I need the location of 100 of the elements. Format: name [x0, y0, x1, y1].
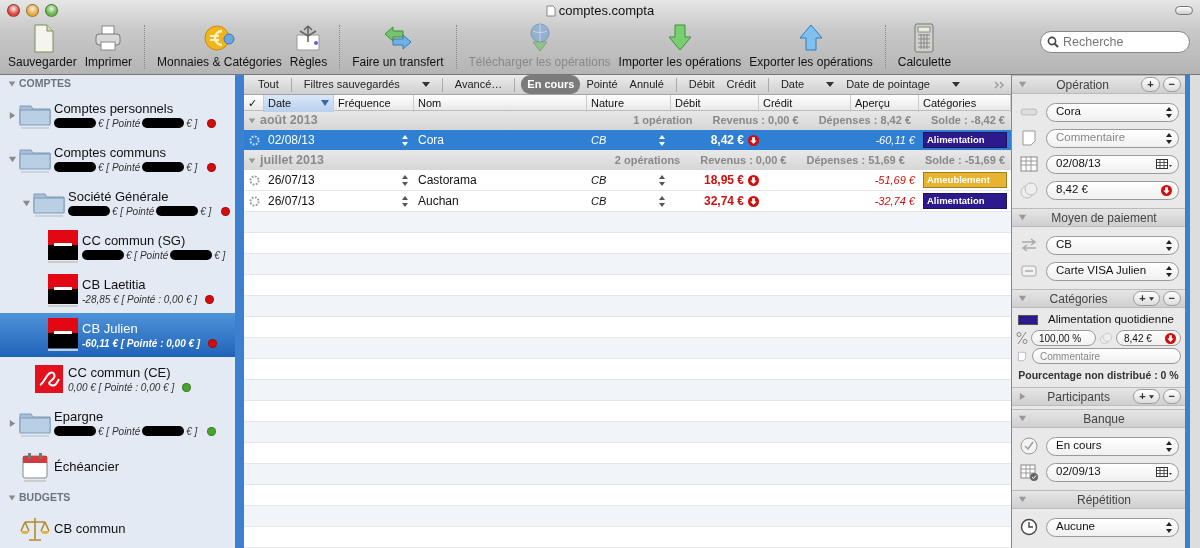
- filter-button[interactable]: Annulé: [623, 75, 670, 94]
- name-cell-text: Castorama: [418, 172, 477, 189]
- group-label: juillet 2013: [260, 152, 324, 170]
- filter-button[interactable]: Filtres sauvegardés: [297, 75, 436, 94]
- date-cell-text: 26/07/13: [268, 193, 315, 210]
- search-field[interactable]: Recherche: [1040, 31, 1190, 53]
- balance-text: -60,11 € [ Pointé : 0,00 € ]: [82, 336, 201, 350]
- transaction-row[interactable]: 02/08/13 Cora CB 8,42 € -60,11 € Alimentation: [244, 130, 1011, 151]
- account-name: CB commun: [54, 521, 126, 537]
- filter-button[interactable]: Débit: [682, 75, 721, 94]
- filter-button[interactable]: Pointé: [580, 75, 624, 94]
- sidebar-item[interactable]: CB Laetitia -28,85 € [ Pointé : 0,00 € ]: [0, 269, 235, 313]
- account-name: Comptes communs: [54, 144, 167, 161]
- select-field[interactable]: Carte VISA Julien: [1046, 261, 1179, 281]
- filter-button[interactable]: En cours: [521, 75, 581, 94]
- filter-button[interactable]: Crédit: [720, 75, 762, 94]
- name-cell-text: Cora: [418, 132, 444, 149]
- account-name: Epargne: [54, 408, 105, 425]
- panel-button[interactable]: −: [1162, 291, 1181, 306]
- sidebar-item[interactable]: CB commun: [0, 507, 235, 548]
- toolbar-button[interactable]: Règles: [285, 22, 332, 69]
- toolbar-button[interactable]: Calculette: [893, 22, 956, 69]
- section-title: Banque: [1083, 411, 1125, 426]
- balance-total: Solde : -51,69 €: [924, 153, 1005, 169]
- debit-amount: 18,95 €: [703, 172, 744, 189]
- sidebar-item[interactable]: CC commun (CE) 0,00 € [ Pointé : 0,00 € ]: [0, 357, 235, 401]
- balance-text: 0,00 € [ Pointé : 0,00 € ]: [68, 380, 175, 394]
- select-field[interactable]: En cours: [1046, 436, 1179, 456]
- balance-text: € ]: [186, 424, 198, 438]
- column-header[interactable]: Date: [264, 95, 334, 112]
- date-cell-text: 02/08/13: [268, 132, 315, 149]
- amount-field[interactable]: 8,42 €: [1046, 180, 1179, 200]
- account-name: Société Générale: [68, 188, 170, 205]
- operation-count: 2 opérations: [614, 153, 681, 169]
- panel-button[interactable]: +: [1141, 77, 1160, 92]
- select-field[interactable]: CB: [1046, 235, 1179, 255]
- balance-text: € [ Pointé: [98, 116, 141, 130]
- sidebar-item[interactable]: CC commun (SG) € [ Pointé € ]: [0, 225, 235, 269]
- toolbar-button[interactable]: Sauvegarder: [4, 22, 81, 69]
- amount-field[interactable]: 8,42 €: [1116, 330, 1181, 346]
- balance-text: -28,85 € [ Pointé : 0,00 € ]: [82, 292, 198, 306]
- account-name: CC commun (CE): [68, 364, 172, 381]
- sidebar-item[interactable]: Société Générale € [ Pointé € ]: [0, 181, 235, 225]
- filter-button[interactable]: Date de pointage: [840, 75, 966, 94]
- sidebar-item[interactable]: Comptes communs € [ Pointé € ]: [0, 137, 235, 181]
- date-field[interactable]: 02/09/13: [1046, 462, 1179, 482]
- section-title: Catégories: [1049, 291, 1108, 306]
- account-name: CB Laetitia: [82, 276, 147, 293]
- sidebar-item[interactable]: CB Julien -60,11 € [ Pointé : 0,00 € ]: [0, 313, 235, 357]
- balance-text: € ]: [186, 160, 198, 174]
- select-field[interactable]: Cora: [1046, 102, 1179, 122]
- sidebar-item[interactable]: Échéancier: [0, 445, 235, 489]
- sidebar-item[interactable]: Comptes personnels € [ Pointé € ]: [0, 93, 235, 137]
- section-title: Répétition: [1076, 492, 1131, 507]
- add-menu-button[interactable]: +: [1133, 389, 1160, 404]
- percent-field[interactable]: 100,00 %: [1031, 330, 1096, 346]
- date-field[interactable]: 02/08/13: [1046, 154, 1179, 174]
- income-total: Revenus : 0,00 €: [700, 153, 787, 169]
- running-balance: -60,11 €: [875, 132, 915, 148]
- filter-button[interactable]: Tout: [252, 75, 285, 94]
- operation-count: 1 opération: [633, 113, 693, 129]
- toolbar-button[interactable]: Imprimer: [80, 22, 137, 69]
- debit-amount: 8,42 €: [710, 132, 744, 149]
- toolbar-button[interactable]: Exporter les opérations: [745, 22, 877, 69]
- expense-total: Dépenses : 8,42 €: [818, 113, 911, 129]
- debit-amount: 32,74 €: [703, 193, 744, 210]
- filter-button[interactable]: Date: [774, 75, 841, 94]
- income-total: Revenus : 0,00 €: [712, 113, 799, 129]
- sidebar-item[interactable]: Epargne € [ Pointé € ]: [0, 401, 235, 445]
- toolbar-button[interactable]: Faire un transfert: [348, 22, 448, 69]
- toolbar-button[interactable]: Monnaies & Catégories: [153, 22, 286, 69]
- window-title: comptes.compta: [558, 2, 655, 21]
- panel-button[interactable]: −: [1162, 77, 1181, 92]
- section-title: Opération: [1056, 77, 1109, 92]
- select-field[interactable]: Aucune: [1046, 517, 1179, 537]
- balance-text: € [ Pointé: [112, 204, 155, 218]
- category-tag: Alimentation: [923, 193, 1007, 209]
- transaction-row[interactable]: 26/07/13 Castorama CB 18,95 € -51,69 € Ameublement: [244, 170, 1011, 191]
- section-title: Moyen de paiement: [1051, 210, 1157, 225]
- balance-total: Solde : -8,42 €: [931, 113, 1005, 129]
- expense-total: Dépenses : 51,69 €: [806, 153, 905, 169]
- section-heading: BUDGETS: [19, 490, 71, 506]
- category-name: Alimentation quotidienne: [1048, 312, 1174, 328]
- toolbar-button[interactable]: Importer les opérations: [614, 22, 746, 69]
- panel-button[interactable]: −: [1162, 389, 1181, 404]
- balance-text: € [ Pointé: [98, 424, 141, 438]
- section-heading: COMPTES: [19, 76, 71, 92]
- category-tag: Ameublement: [923, 172, 1007, 188]
- section-title: Participants: [1047, 389, 1110, 404]
- account-name: CB Julien: [82, 320, 139, 337]
- summary-text: Pourcentage non distribué : 0 %: [1018, 368, 1179, 384]
- account-name: Échéancier: [54, 459, 120, 475]
- comment-field[interactable]: Commentaire: [1032, 348, 1181, 364]
- nature-cell-text: CB: [591, 132, 607, 148]
- balance-text: € ]: [200, 204, 212, 218]
- running-balance: -32,74 €: [874, 193, 915, 209]
- category-tag: Alimentation: [923, 132, 1007, 148]
- date-cell-text: 26/07/13: [268, 172, 315, 189]
- add-menu-button[interactable]: +: [1133, 291, 1160, 306]
- filter-button[interactable]: Avancé…: [448, 75, 509, 94]
